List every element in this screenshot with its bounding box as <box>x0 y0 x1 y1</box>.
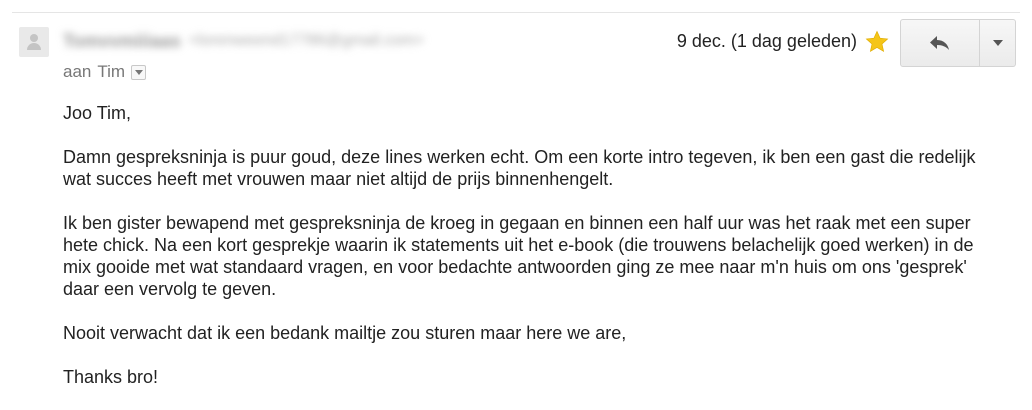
caret-down-icon <box>992 40 1003 46</box>
recipient-line: aan Tim <box>63 62 147 82</box>
sender-email[interactable]: <lorenweend17786@gmail.com> <box>189 32 424 50</box>
more-options-button[interactable] <box>980 19 1016 67</box>
reply-button[interactable] <box>900 19 980 67</box>
show-details-button[interactable] <box>131 64 147 80</box>
reply-arrow-icon <box>930 36 949 50</box>
caret-down-icon <box>134 69 143 75</box>
message-paragraph-2: Ik ben gister bewapend met gespreksninja… <box>63 213 974 299</box>
recipient-prefix: aan <box>63 62 92 81</box>
sender-info[interactable]: Tomvvmiiiaas <lorenweend17786@gmail.com> <box>63 30 424 52</box>
message-greeting: Joo Tim, <box>63 103 132 123</box>
sender-avatar <box>19 27 49 57</box>
message-actions <box>900 19 1016 67</box>
default-avatar-icon <box>30 34 38 42</box>
message-closing: Thanks bro! <box>63 367 159 387</box>
star-icon[interactable] <box>864 29 890 55</box>
avatar-body-shape <box>27 43 41 50</box>
message-paragraph-1: Damn gespreksninja is puur goud, deze li… <box>63 147 976 189</box>
header-divider <box>12 12 1020 13</box>
message-body: Joo Tim, Damn gespreksninja is puur goud… <box>63 102 983 410</box>
sender-name[interactable]: Tomvvmiiiaas <box>63 31 181 52</box>
message-date: 9 dec. (1 dag geleden) <box>676 31 857 51</box>
recipient-name: Tim <box>97 62 126 81</box>
message-paragraph-3: Nooit verwacht dat ik een bedank mailtje… <box>63 323 627 343</box>
